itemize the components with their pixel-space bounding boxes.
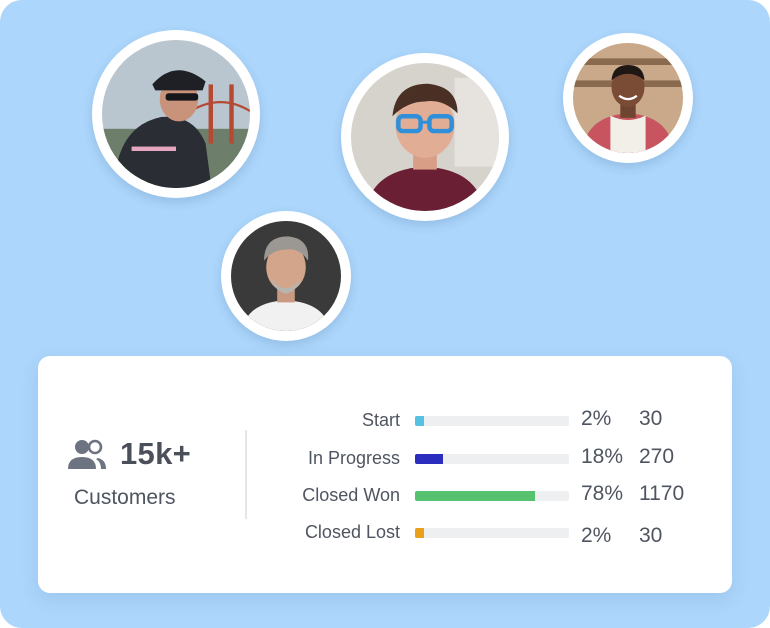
stage-progress-track — [415, 528, 569, 538]
stage-row-closed-won: Closed Won 78% 1170 — [38, 481, 732, 511]
stage-row-in-progress: In Progress 18% 270 — [38, 444, 732, 474]
stage-progress-fill — [415, 491, 536, 501]
stage-label: In Progress — [307, 448, 400, 468]
stage-progress-track — [415, 416, 569, 426]
stage-value: 30 — [639, 407, 663, 430]
avatar-man-with-blue-glasses[interactable] — [341, 53, 509, 221]
stage-progress-fill — [415, 416, 424, 426]
page-background: 15k+ Customers Start 2% 30 In Progress 1… — [0, 0, 770, 628]
stage-percent: 78% — [581, 482, 624, 505]
stage-percent: 2% — [581, 407, 612, 430]
stage-label: Closed Won — [302, 485, 400, 505]
stage-progress-fill — [415, 454, 443, 464]
stage-progress-track — [415, 454, 569, 464]
cyclist-photo — [102, 40, 250, 188]
man-with-blue-glasses-photo — [351, 63, 499, 211]
stage-progress-fill — [415, 528, 424, 538]
avatar-cyclist[interactable] — [92, 30, 260, 198]
stage-percent: 2% — [581, 524, 612, 547]
stage-value: 270 — [639, 445, 675, 468]
avatar-grey-haired-man[interactable] — [221, 211, 351, 341]
stage-value: 30 — [639, 524, 663, 547]
avatar-man-in-apron[interactable] — [563, 33, 693, 163]
pipeline-card: 15k+ Customers Start 2% 30 In Progress 1… — [38, 356, 732, 593]
man-in-apron-photo — [573, 43, 683, 153]
stage-row-start: Start 2% 30 — [38, 406, 732, 436]
stage-row-closed-lost: Closed Lost 2% 30 — [38, 518, 732, 548]
stage-progress-track — [415, 491, 569, 501]
stage-label: Start — [361, 410, 400, 430]
grey-haired-man-photo — [231, 221, 341, 331]
stage-value: 1170 — [639, 482, 685, 505]
stage-percent: 18% — [581, 445, 624, 468]
stage-label: Closed Lost — [304, 522, 400, 542]
